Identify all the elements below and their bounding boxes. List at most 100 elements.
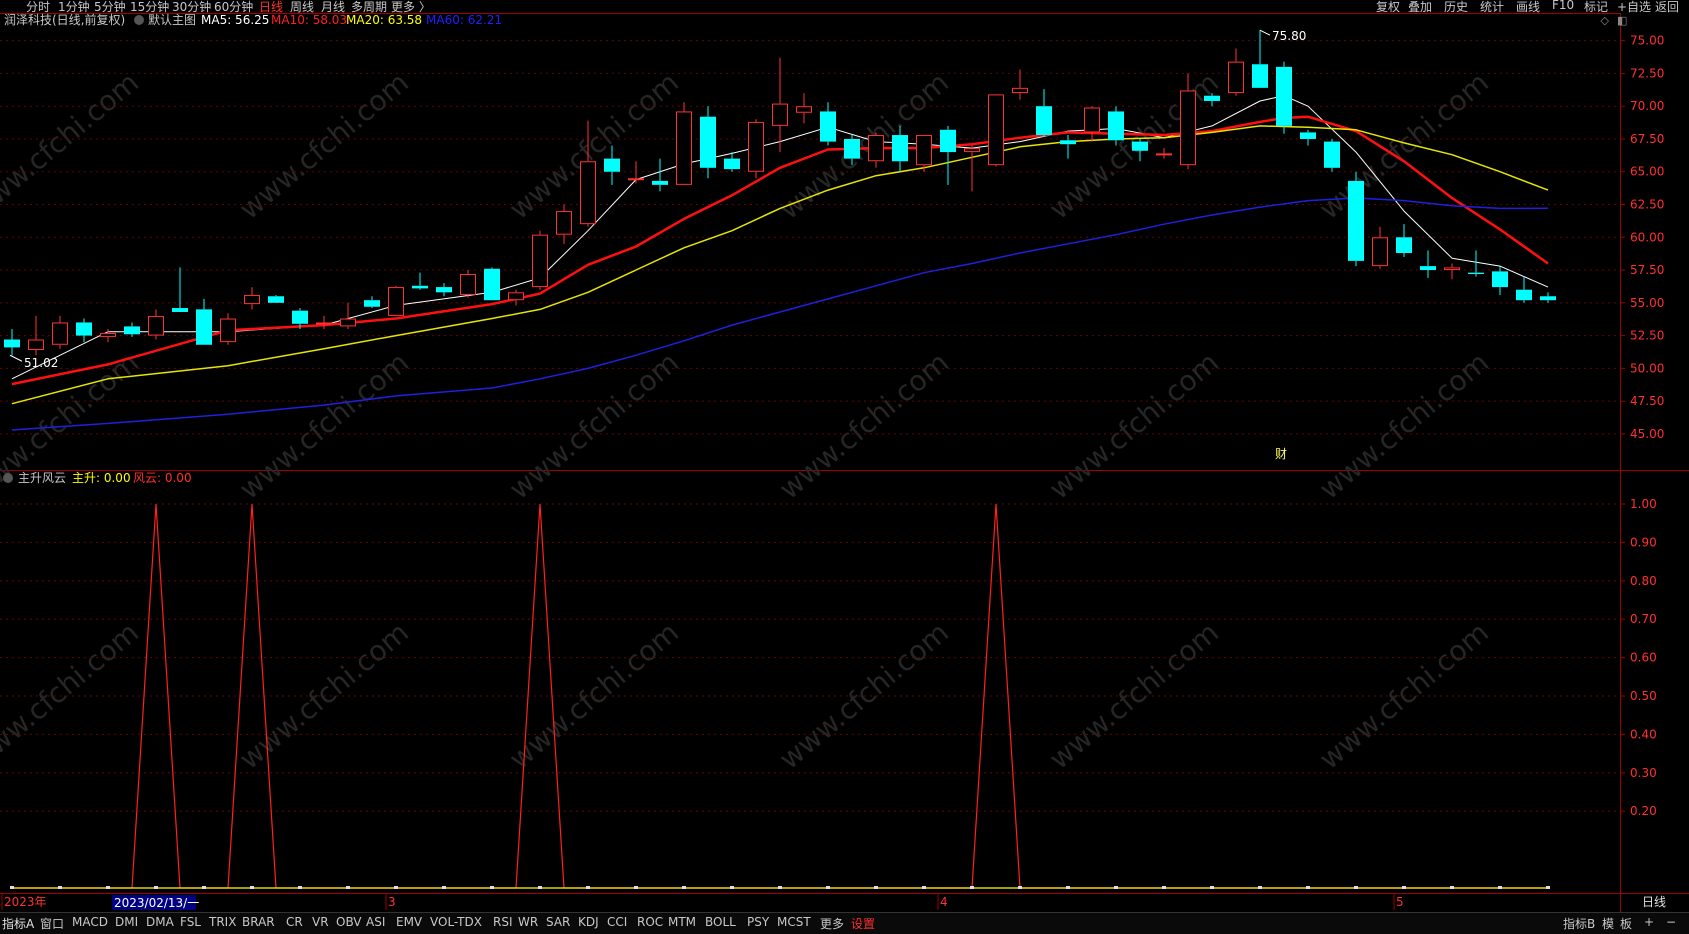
date-label: 5 — [1396, 895, 1404, 909]
candle-body — [364, 300, 380, 307]
indicator-tab[interactable]: 设置 — [851, 915, 875, 932]
main-y-axis: 45.00 47.50 50.00 52.50 55.00 57.50 60.00 62.50… — [1620, 34, 1664, 441]
candle-body — [244, 294, 260, 305]
indicator-toggle-icon[interactable] — [134, 15, 144, 25]
indicator-toggle-icon[interactable] — [3, 473, 13, 483]
candle-body — [580, 161, 596, 225]
indicator-tab[interactable]: MTM — [668, 915, 696, 929]
indicator-tab[interactable]: MACD — [72, 915, 108, 929]
indicator-tab[interactable]: ASI — [366, 915, 385, 929]
candle-body — [988, 94, 1004, 166]
signal-dot — [586, 886, 590, 889]
indicator-tab[interactable]: DMI — [115, 915, 138, 929]
indicator-tab-bar: 指标A 窗口 MACD DMI DMA FSL TRIX BRAR CR VR OBV ASI EMV V… — [0, 912, 1689, 934]
candle-body — [268, 296, 284, 303]
indicator-tab[interactable]: 窗口 — [40, 915, 64, 932]
candle-body — [1204, 95, 1220, 101]
main-legend: 润泽科技(日线,前复权) 默认主图 MA5: 56.25 MA10: 58.03MA2… — [4, 13, 1627, 27]
candle — [1108, 106, 1124, 146]
signal-dot — [1306, 886, 1310, 889]
indicator-tab[interactable]: WR — [518, 915, 538, 929]
date-label: 2023年 — [4, 895, 47, 909]
candle — [484, 267, 500, 301]
signal-dot — [1546, 886, 1550, 889]
low-marker-line — [9, 354, 23, 362]
indicator-tab[interactable]: CR — [286, 915, 303, 929]
indicator-tab[interactable]: BOLL — [705, 915, 736, 929]
candle-body — [28, 339, 44, 351]
indicator-tab[interactable]: PSY — [747, 915, 769, 929]
candle — [436, 283, 452, 297]
bottom-right-button[interactable]: 指标B — [1563, 915, 1595, 932]
toolbar-button[interactable]: F10 — [1549, 0, 1577, 12]
indicator-tab[interactable]: RSI — [493, 915, 513, 929]
candle-body — [1348, 180, 1364, 261]
indicator-tab[interactable]: KDJ — [578, 915, 599, 929]
candle — [1348, 171, 1364, 267]
candle — [4, 329, 20, 356]
y-tick-label: 0.60 — [1630, 651, 1657, 665]
signal-dot — [1402, 886, 1406, 889]
y-tick-label: 45.00 — [1630, 427, 1664, 441]
y-tick-label: 0.50 — [1630, 689, 1657, 703]
bottom-right-button[interactable]: − — [1666, 915, 1676, 929]
indicator-tab[interactable]: FSL — [180, 915, 201, 929]
indicator-tab[interactable]: ROC — [637, 915, 663, 929]
candle-body — [220, 318, 236, 343]
period-label: 日线 — [1642, 895, 1666, 909]
y-tick-label: 60.00 — [1630, 230, 1664, 244]
watermark-text: www.cfchi.com — [1043, 616, 1225, 776]
indicator-tab[interactable]: BRAR — [242, 915, 275, 929]
indicator-tab[interactable]: TRIX — [209, 915, 236, 929]
indicator-tab[interactable]: 指标A — [2, 915, 34, 932]
indicator-tab[interactable]: CCI — [607, 915, 627, 929]
signal-dot — [298, 886, 302, 889]
candle — [124, 322, 140, 337]
candle-body — [1516, 289, 1532, 301]
candle-body — [940, 129, 956, 153]
sub-indicator-name: 主升风云 — [18, 471, 66, 485]
high-marker-line — [1259, 29, 1271, 36]
indicator-tab[interactable]: VOL-TDX — [430, 915, 482, 929]
indicator-tab[interactable]: MCST — [777, 915, 811, 929]
candle-body — [700, 116, 716, 168]
y-tick-label: 0.40 — [1630, 727, 1657, 741]
signal-dot — [1210, 886, 1214, 889]
candle — [1276, 61, 1292, 134]
candle-body — [628, 178, 644, 181]
candle-body — [1444, 267, 1460, 271]
layout-icon: ◧ — [1617, 14, 1627, 27]
candle-body — [556, 211, 572, 235]
candle — [52, 315, 68, 349]
candle — [316, 315, 332, 330]
bottom-right-button[interactable]: 板 — [1620, 915, 1632, 932]
candle — [1420, 250, 1436, 278]
candle — [1300, 129, 1316, 146]
indicator-tab[interactable]: SAR — [546, 915, 570, 929]
candle-body — [1228, 61, 1244, 94]
indicator-tab[interactable]: EMV — [396, 915, 422, 929]
indicator-tab[interactable]: DMA — [146, 915, 174, 929]
signal-dot — [1450, 886, 1454, 889]
bottom-right-button[interactable]: 模 — [1602, 915, 1614, 932]
candle-body — [1468, 272, 1484, 274]
candle-body — [964, 148, 980, 153]
kline-chart: www.cfchi.com www.cfchi.com www.cfchi.com w… — [0, 13, 1689, 912]
watermark: www.cfchi.com www.cfchi.com www.cfchi.com w… — [0, 66, 1495, 776]
signal-dot — [826, 886, 830, 889]
ma-line-ma10 — [11, 115, 1549, 386]
candle-body — [796, 106, 812, 113]
candle-body — [1012, 87, 1028, 94]
ma-label: MA20: 63.58 — [346, 13, 422, 27]
signal-dot — [106, 886, 110, 889]
signal-dot — [730, 886, 734, 889]
bottom-right-button[interactable]: + — [1644, 915, 1654, 929]
indicator-tab[interactable]: 更多 — [820, 915, 844, 932]
date-label: 4 — [940, 895, 948, 909]
candle-body — [724, 158, 740, 170]
sub-y-axis: 0.20 0.30 0.40 0.50 0.60 0.70 0.80 0.90 1.00 — [1620, 497, 1657, 818]
candle — [1396, 224, 1412, 257]
candle-body — [52, 322, 68, 345]
indicator-tab[interactable]: VR — [312, 915, 329, 929]
indicator-tab[interactable]: OBV — [336, 915, 362, 929]
